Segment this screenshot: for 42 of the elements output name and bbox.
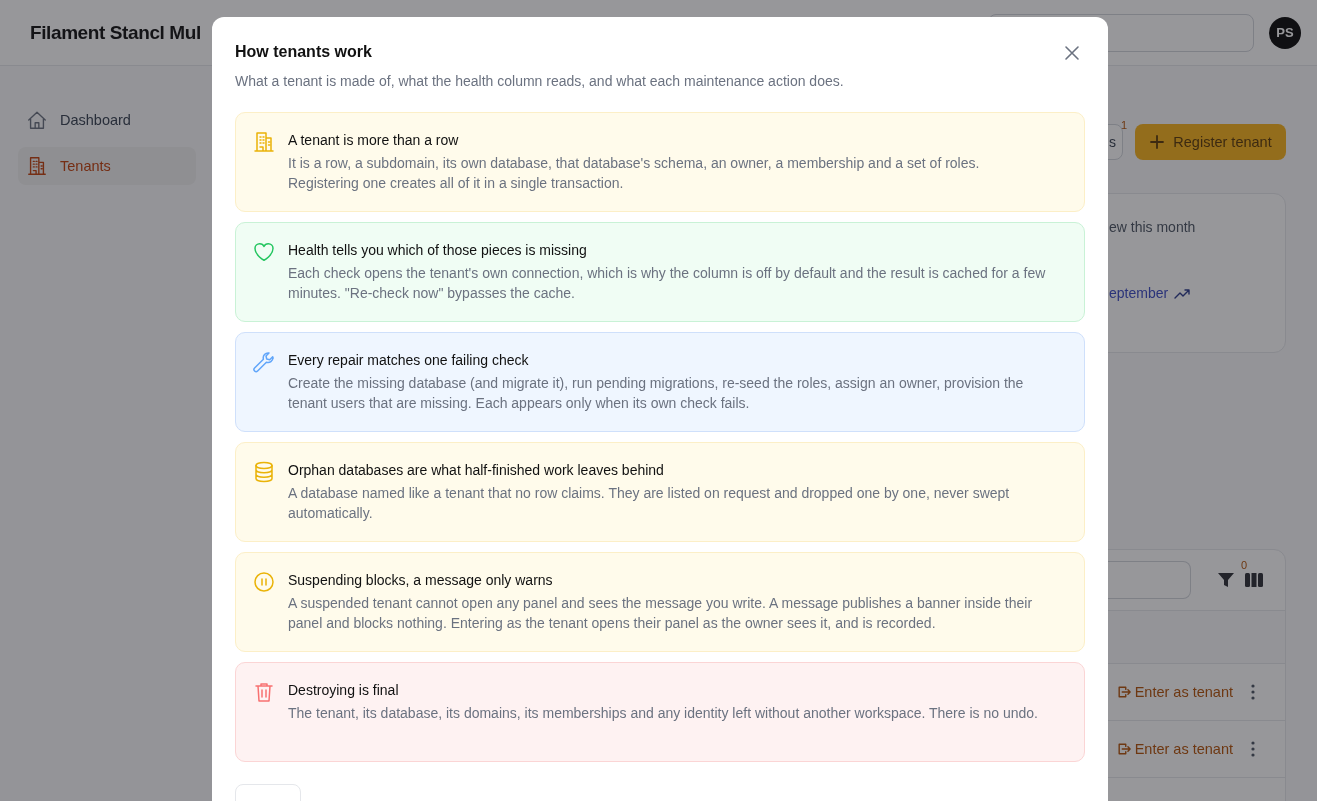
register-button[interactable]: Register tenant (1135, 124, 1286, 160)
sidebar-item[interactable]: Dashboard (18, 101, 196, 139)
trash-icon (252, 680, 276, 704)
building-icon (26, 155, 48, 177)
building-icon (252, 130, 276, 154)
wrench-icon (252, 350, 276, 374)
dialog-title: How tenants work (235, 43, 373, 61)
card-title: Suspending blocks, a message only warns (288, 571, 554, 590)
heart-icon (252, 240, 276, 264)
trend-up-icon (1174, 287, 1193, 299)
card-text: A database named like a tenant that no row claims. They are listed on request and dropped one by one, never swept automatically. (288, 484, 1011, 523)
card-title: Every repair matches one failing check (288, 351, 530, 370)
dialog-subtitle: What a tenant is made of, what the health column reads, and what each maintenance action does. (235, 73, 844, 89)
stat-trend: eptember (1109, 285, 1169, 301)
count-label: 0 (1240, 559, 1247, 571)
card-title: Destroying is final (288, 681, 400, 700)
columns-icon[interactable] (1245, 573, 1263, 587)
database-icon (252, 460, 276, 484)
stat-label: ew this month (1109, 219, 1196, 235)
more-icon[interactable] (1251, 741, 1255, 757)
sidebar-item[interactable]: Tenants (18, 147, 196, 185)
card-text: A suspended tenant cannot open any panel and sees the message you write. A message publishes a banner inside their panel and blocks nothing. Entering as the tenant opens their panel as the owner sees it, and is recorded. (288, 594, 1034, 633)
filter-icon[interactable] (1217, 571, 1235, 589)
card-title: A tenant is more than a row (288, 131, 460, 150)
card-text: It is a row, a subdomain, its own database, that database's schema, an owner, a membership and a set of roles. Registering one creates all of it in a single transaction. (288, 154, 981, 193)
exit-icon (1116, 742, 1131, 756)
house-icon (26, 109, 48, 131)
card-title: Orphan databases are what half-finished work leaves behind (288, 461, 665, 480)
close-icon[interactable] (1064, 45, 1080, 61)
app-title: Filament Stancl Mul (30, 21, 201, 44)
enter-link[interactable]: Enter as tenant (1116, 741, 1233, 757)
exit-icon (1116, 685, 1131, 699)
plus-icon (1149, 134, 1166, 150)
card-text: Create the missing database (and migrate it), run pending migrations, re-seed the roles, assign an owner, provision the tenant users that are missing. Each appears only when its own check fails. (288, 374, 1025, 413)
count-label: 1 (1120, 119, 1127, 131)
enter-link[interactable]: Enter as tenant (1116, 684, 1233, 700)
card-text: Each check opens the tenant's own connection, which is why the column is off by default and the result is cached for a few minutes. "Re-check now" bypasses the cache. (288, 264, 1047, 303)
user-avatar[interactable]: PS (1269, 16, 1301, 49)
card-title: Health tells you which of those pieces is missing (288, 241, 588, 260)
more-icon[interactable] (1251, 684, 1255, 700)
pause-icon (252, 570, 276, 594)
card-text: The tenant, its database, its domains, its memberships and any identity left without another workspace. There is no undo. (288, 704, 1038, 723)
